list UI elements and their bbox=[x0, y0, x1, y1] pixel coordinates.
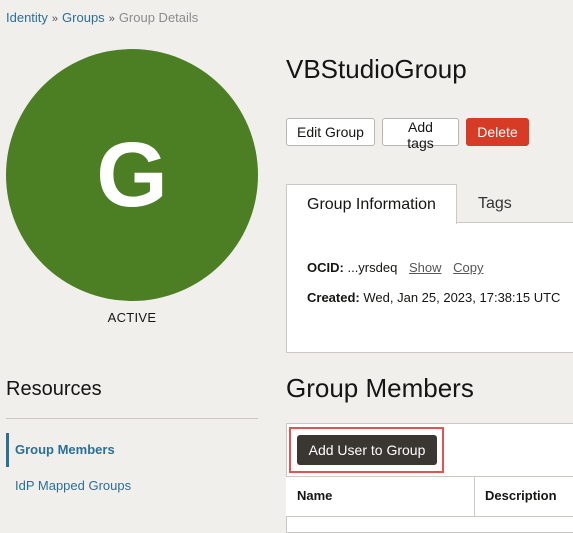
column-header-name[interactable]: Name bbox=[297, 488, 332, 503]
resource-item-group-members[interactable]: Group Members bbox=[6, 433, 115, 467]
resource-item-idp-mapped-groups[interactable]: IdP Mapped Groups bbox=[6, 478, 131, 493]
edit-group-button[interactable]: Edit Group bbox=[286, 118, 375, 146]
resources-divider bbox=[6, 418, 258, 419]
breadcrumb-separator: » bbox=[108, 13, 115, 25]
breadcrumb-groups[interactable]: Groups bbox=[62, 10, 105, 25]
column-header-description[interactable]: Description bbox=[485, 488, 557, 503]
ocid-value: ...yrsdeq bbox=[347, 260, 398, 275]
created-value: Wed, Jan 25, 2023, 17:38:15 UTC bbox=[363, 290, 561, 305]
tab-tags[interactable]: Tags bbox=[458, 184, 538, 224]
ocid-label: OCID: bbox=[307, 260, 344, 275]
breadcrumb: Identity» Groups» Group Details bbox=[6, 10, 198, 25]
delete-button[interactable]: Delete bbox=[466, 118, 529, 146]
group-info-panel bbox=[286, 222, 573, 353]
resources-title: Resources bbox=[6, 378, 102, 400]
tab-group-information[interactable]: Group Information bbox=[286, 184, 457, 224]
ocid-row: OCID: ...yrsdeq Show Copy bbox=[307, 260, 483, 275]
breadcrumb-identity[interactable]: Identity bbox=[6, 10, 48, 25]
created-label: Created: bbox=[307, 290, 360, 305]
column-divider bbox=[474, 477, 475, 517]
created-row: Created: Wed, Jan 25, 2023, 17:38:15 UTC bbox=[307, 290, 560, 305]
copy-ocid-link[interactable]: Copy bbox=[453, 260, 483, 275]
avatar-initial: G bbox=[96, 123, 168, 226]
status-label: ACTIVE bbox=[107, 310, 157, 325]
show-ocid-link[interactable]: Show bbox=[409, 260, 442, 275]
group-members-title: Group Members bbox=[286, 373, 474, 403]
breadcrumb-separator: » bbox=[51, 13, 59, 25]
add-user-to-group-button[interactable]: Add User to Group bbox=[297, 435, 437, 465]
breadcrumb-current: Group Details bbox=[118, 10, 199, 25]
add-tags-button[interactable]: Add tags bbox=[382, 118, 459, 151]
page-title: VBStudioGroup bbox=[286, 54, 467, 84]
group-avatar: G bbox=[6, 49, 258, 301]
